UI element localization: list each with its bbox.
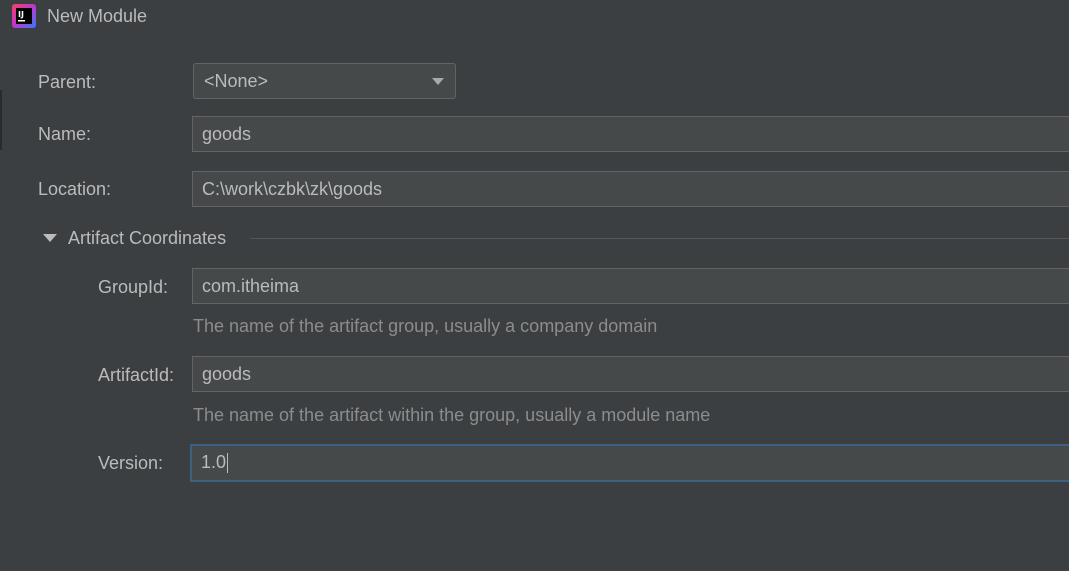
section-divider — [250, 238, 1069, 239]
intellij-idea-icon: IJ — [12, 4, 36, 28]
location-label: Location: — [38, 179, 112, 199]
groupid-field[interactable]: com.itheima — [192, 268, 1069, 304]
svg-text:IJ: IJ — [18, 10, 24, 19]
artifact-coordinates-header[interactable]: Artifact Coordinates — [68, 227, 226, 249]
new-module-dialog: IJ New Module Parent: <None> Name: goods… — [0, 0, 1069, 571]
artifactid-label: ArtifactId: — [98, 365, 175, 385]
groupid-field-value: com.itheima — [202, 276, 300, 296]
version-label: Version: — [98, 453, 164, 473]
text-cursor — [227, 453, 229, 474]
location-field[interactable]: C:\work\czbk\zk\goods — [192, 171, 1069, 207]
version-field-value: 1.0 — [201, 452, 227, 472]
groupid-label: GroupId: — [98, 277, 169, 297]
name-label: Name: — [38, 124, 92, 144]
name-field-value: goods — [202, 124, 252, 144]
name-field[interactable]: goods — [192, 116, 1069, 152]
parent-dropdown[interactable]: <None> — [193, 63, 456, 99]
parent-dropdown-value: <None> — [204, 71, 269, 91]
parent-label: Parent: — [38, 72, 97, 92]
title-bar: IJ New Module — [0, 0, 1069, 34]
artifactid-field[interactable]: goods — [192, 356, 1069, 392]
location-field-value: C:\work\czbk\zk\goods — [202, 179, 383, 199]
groupid-hint: The name of the artifact group, usually … — [193, 316, 658, 336]
chevron-down-icon[interactable] — [432, 78, 444, 85]
artifactid-hint: The name of the artifact within the grou… — [193, 405, 711, 425]
version-field[interactable]: 1.0 — [190, 444, 1069, 482]
collapse-triangle-icon[interactable] — [43, 234, 57, 242]
window-edge — [0, 90, 2, 150]
dialog-title: New Module — [47, 6, 148, 26]
artifactid-field-value: goods — [202, 364, 252, 384]
